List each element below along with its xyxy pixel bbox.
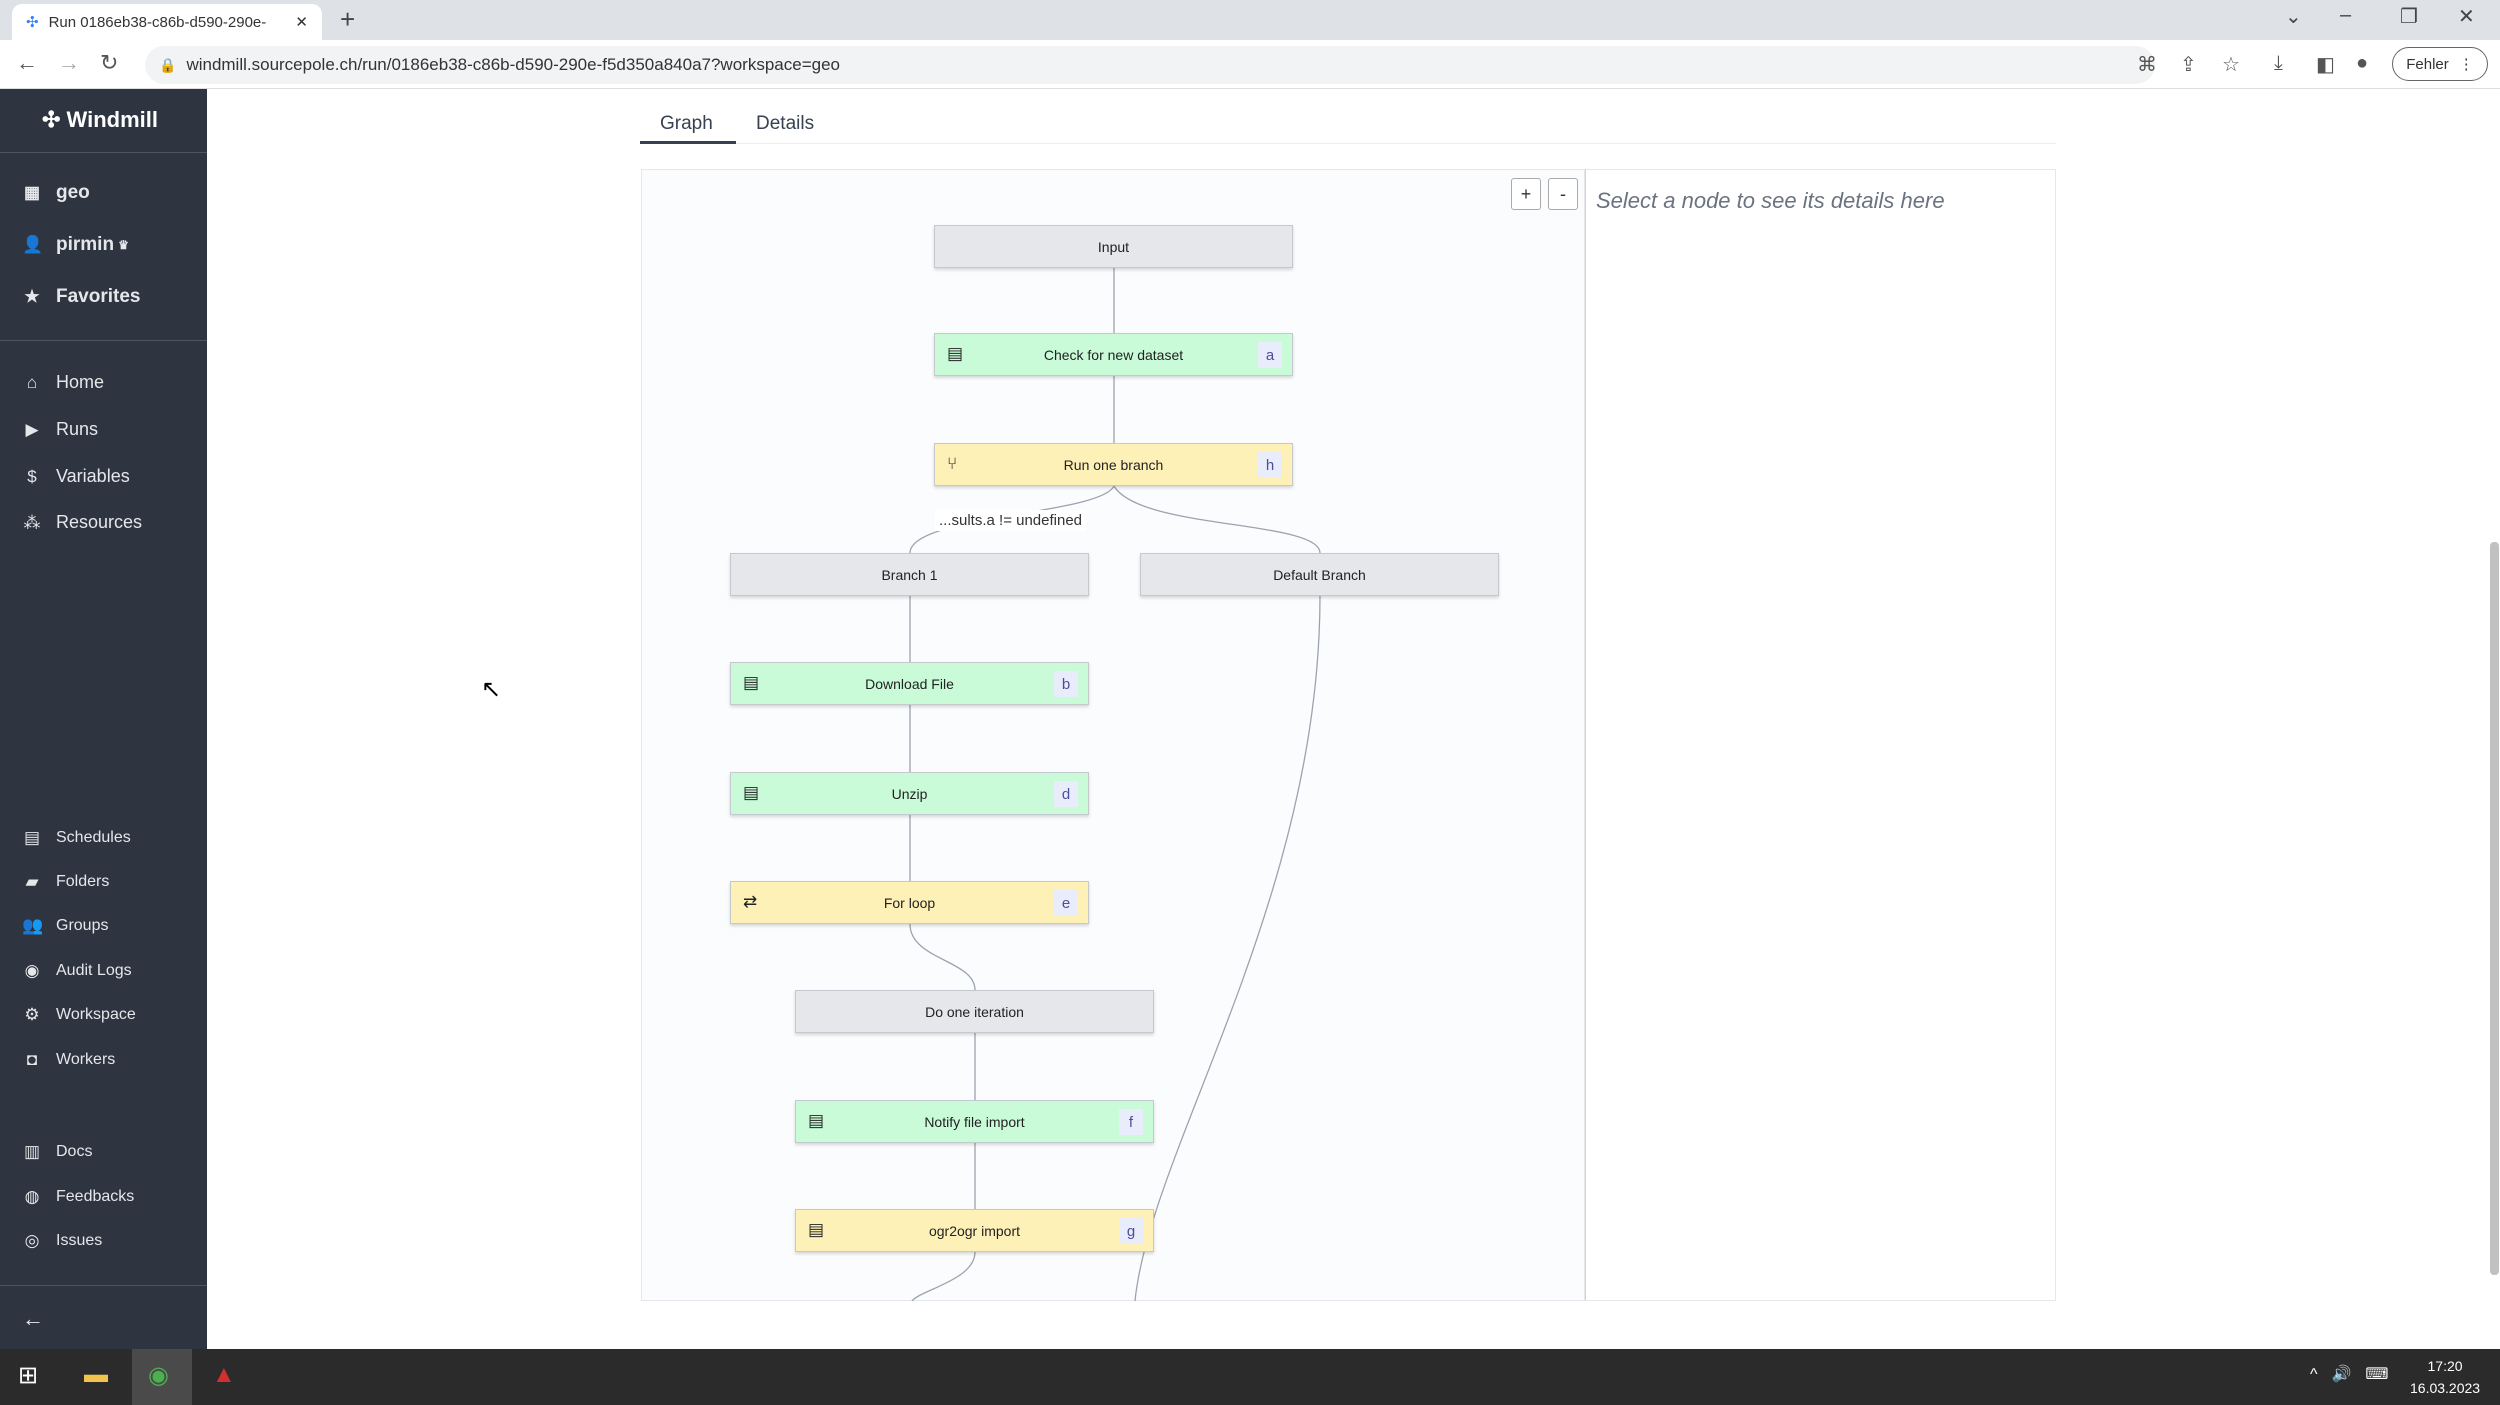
node-branch-1[interactable]: Branch 1: [730, 553, 1089, 596]
windows-start-icon[interactable]: ⊞: [18, 1361, 38, 1390]
details-placeholder: Select a node to see its details here: [1596, 188, 1945, 213]
node-id-badge: g: [1119, 1218, 1143, 1244]
chrome-icon[interactable]: ◉: [148, 1361, 169, 1390]
clock-date: 16.03.2023: [2410, 1380, 2481, 1396]
node-unzip[interactable]: ▤ Unzip d: [730, 772, 1089, 815]
node-label: Check for new dataset: [1043, 346, 1184, 363]
edge: [1134, 595, 1321, 1302]
clock-time: 17:20: [2427, 1358, 2463, 1374]
node-notify-file-import[interactable]: ▤ Notify file import f: [795, 1100, 1154, 1143]
node-check-for-new-dataset[interactable]: ▤ Check for new dataset a: [934, 333, 1293, 376]
edge-condition-label: ...sults.a != undefined: [935, 510, 1087, 531]
edge: [909, 923, 976, 991]
script-icon: ▤: [743, 673, 760, 692]
edge: [1113, 485, 1321, 554]
node-id-badge: b: [1054, 671, 1078, 697]
node-label: Unzip: [891, 785, 928, 802]
file-explorer-icon[interactable]: ▬: [84, 1361, 108, 1389]
mouse-cursor-icon: ↖: [481, 676, 502, 703]
script-icon: ▤: [808, 1111, 825, 1130]
node-do-one-iteration[interactable]: Do one iteration: [795, 990, 1154, 1033]
graph-edges: [909, 268, 1321, 1302]
node-label: Default Branch: [1273, 566, 1366, 583]
system-tray-icons[interactable]: ^🔊⌨: [2310, 1364, 2403, 1384]
node-id-badge: f: [1119, 1109, 1143, 1135]
node-label: For loop: [883, 894, 936, 911]
node-label: Run one branch: [1063, 456, 1164, 473]
node-default-branch[interactable]: Default Branch: [1140, 553, 1499, 596]
node-label: Notify file import: [924, 1113, 1025, 1130]
page-scrollbar[interactable]: [2490, 542, 2499, 1275]
zoom-out-button[interactable]: -: [1548, 178, 1578, 210]
script-icon: ▤: [743, 783, 760, 802]
script-icon: ▤: [947, 344, 964, 363]
acrobat-icon[interactable]: ▲: [212, 1361, 236, 1389]
node-id-badge: a: [1258, 342, 1282, 368]
node-id-badge: e: [1054, 890, 1078, 916]
node-details-panel: [1585, 169, 2056, 1301]
node-label: Do one iteration: [925, 1003, 1024, 1020]
windows-taskbar: [0, 1349, 2500, 1405]
node-download-file[interactable]: ▤ Download File b: [730, 662, 1089, 705]
edge: [911, 1251, 976, 1302]
node-ogr2ogr-import[interactable]: ▤ ogr2ogr import g: [795, 1209, 1154, 1252]
node-label: ogr2ogr import: [928, 1222, 1021, 1239]
node-for-loop[interactable]: ⇄ For loop e: [730, 881, 1089, 924]
loop-icon: ⇄: [743, 892, 758, 911]
node-run-one-branch[interactable]: ⑂ Run one branch h: [934, 443, 1293, 486]
node-id-badge: d: [1054, 781, 1078, 807]
script-icon: ▤: [808, 1220, 825, 1239]
node-input[interactable]: Input: [934, 225, 1293, 268]
node-label: Input: [1097, 238, 1130, 255]
taskbar-clock[interactable]: 17:20 16.03.2023: [2410, 1355, 2480, 1399]
node-id-badge: h: [1258, 452, 1282, 478]
node-label: Branch 1: [881, 566, 938, 583]
zoom-in-button[interactable]: +: [1511, 178, 1541, 210]
branch-icon: ⑂: [947, 454, 958, 473]
node-label: Download File: [865, 675, 954, 692]
